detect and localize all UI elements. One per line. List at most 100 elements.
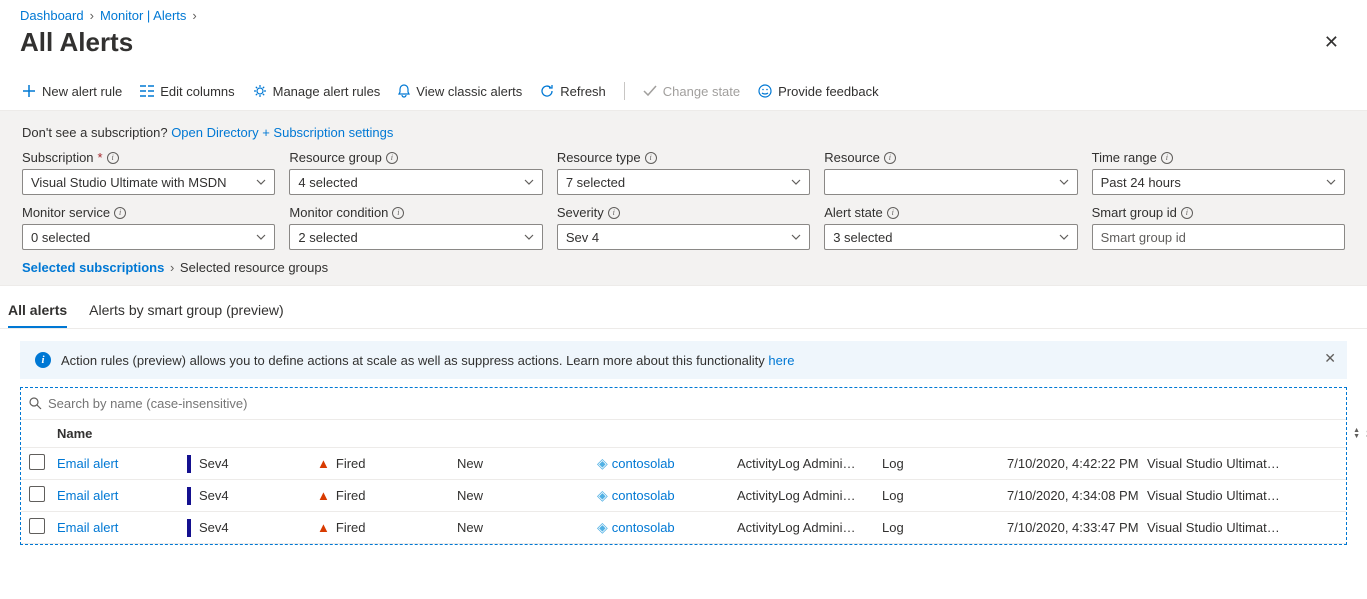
time-range-label: Time range i bbox=[1092, 150, 1345, 165]
dismiss-banner-button[interactable]: ✕ bbox=[1324, 350, 1336, 367]
close-icon[interactable]: ✕ bbox=[1316, 28, 1347, 57]
columns-icon bbox=[140, 85, 154, 97]
chevron-down-icon bbox=[1326, 177, 1336, 187]
selected-subscriptions-link[interactable]: Selected subscriptions bbox=[22, 260, 164, 275]
severity-dropdown[interactable]: Sev 4 bbox=[557, 224, 810, 250]
tab-all-alerts[interactable]: All alerts bbox=[8, 296, 67, 328]
chevron-down-icon bbox=[524, 232, 534, 242]
plus-icon bbox=[22, 84, 36, 98]
subscription-text: Visual Studio Ultimat… bbox=[1147, 488, 1338, 503]
edit-columns-button[interactable]: Edit columns bbox=[140, 84, 234, 99]
tab-alerts-by-smart-group[interactable]: Alerts by smart group (preview) bbox=[89, 296, 284, 328]
signal-type-text: Log bbox=[882, 520, 1007, 535]
subscription-text: Visual Studio Ultimat… bbox=[1147, 520, 1338, 535]
smart-group-id-input[interactable]: Smart group id bbox=[1092, 224, 1345, 250]
signal-type-text: Log bbox=[882, 456, 1007, 471]
fired-time-text: 7/10/2020, 4:42:22 PM bbox=[1007, 456, 1147, 471]
info-icon[interactable]: i bbox=[645, 152, 657, 164]
chevron-right-icon: › bbox=[192, 8, 196, 23]
resource-link[interactable]: contosolab bbox=[612, 488, 675, 503]
info-banner: i Action rules (preview) allows you to d… bbox=[20, 341, 1347, 379]
monitor-service-dropdown[interactable]: 0 selected bbox=[22, 224, 275, 250]
resource-icon: ◈ bbox=[597, 455, 608, 472]
chevron-down-icon bbox=[1059, 232, 1069, 242]
row-checkbox[interactable] bbox=[29, 454, 45, 470]
alert-state-text: New bbox=[457, 488, 597, 503]
severity-text: Sev4 bbox=[199, 520, 229, 535]
severity-text: Sev4 bbox=[199, 488, 229, 503]
subscription-dropdown[interactable]: Visual Studio Ultimate with MSDN bbox=[22, 169, 275, 195]
selection-breadcrumb: Selected subscriptions › Selected resour… bbox=[22, 260, 1345, 275]
filters-panel: Don't see a subscription? Open Directory… bbox=[0, 111, 1367, 286]
alert-name-link[interactable]: Email alert bbox=[57, 456, 118, 471]
severity-bar-icon bbox=[187, 487, 191, 505]
resource-type-dropdown[interactable]: 7 selected bbox=[557, 169, 810, 195]
info-icon[interactable]: i bbox=[107, 152, 119, 164]
info-icon[interactable]: i bbox=[1161, 152, 1173, 164]
chevron-right-icon: › bbox=[90, 8, 94, 23]
alerts-grid: Name▲▼ Severity▲▼ Monitor conditi…▲▼ Ale… bbox=[20, 387, 1347, 545]
chevron-down-icon bbox=[1059, 177, 1069, 187]
info-banner-link[interactable]: here bbox=[768, 353, 794, 368]
breadcrumb-dashboard[interactable]: Dashboard bbox=[20, 8, 84, 23]
severity-bar-icon bbox=[187, 455, 191, 473]
alert-name-link[interactable]: Email alert bbox=[57, 520, 118, 535]
signal-type-text: Log bbox=[882, 488, 1007, 503]
severity-text: Sev4 bbox=[199, 456, 229, 471]
smiley-icon bbox=[758, 84, 772, 98]
info-icon[interactable]: i bbox=[1181, 207, 1193, 219]
search-input[interactable] bbox=[48, 392, 1338, 415]
chevron-down-icon bbox=[524, 177, 534, 187]
smart-group-id-label: Smart group id i bbox=[1092, 205, 1345, 220]
resource-link[interactable]: contosolab bbox=[612, 456, 675, 471]
alert-state-label: Alert state i bbox=[824, 205, 1077, 220]
change-state-button: Change state bbox=[643, 84, 740, 99]
divider bbox=[624, 82, 625, 100]
alert-name-link[interactable]: Email alert bbox=[57, 488, 118, 503]
alert-state-dropdown[interactable]: 3 selected bbox=[824, 224, 1077, 250]
monitor-service-label: Monitor service i bbox=[22, 205, 275, 220]
monitor-condition-label: Monitor condition i bbox=[289, 205, 542, 220]
fired-time-text: 7/10/2020, 4:34:08 PM bbox=[1007, 488, 1147, 503]
refresh-button[interactable]: Refresh bbox=[540, 84, 606, 99]
monitor-service-text: ActivityLog Admini… bbox=[737, 488, 882, 503]
alert-state-text: New bbox=[457, 456, 597, 471]
warning-icon: ▲ bbox=[317, 456, 330, 471]
warning-icon: ▲ bbox=[317, 488, 330, 503]
new-alert-rule-button[interactable]: New alert rule bbox=[22, 84, 122, 99]
refresh-icon bbox=[540, 84, 554, 98]
info-icon[interactable]: i bbox=[884, 152, 896, 164]
selected-resource-groups-text: Selected resource groups bbox=[180, 260, 328, 275]
view-classic-alerts-button[interactable]: View classic alerts bbox=[398, 84, 522, 99]
info-icon[interactable]: i bbox=[392, 207, 404, 219]
sort-icon[interactable]: ▲▼ bbox=[1353, 428, 1366, 440]
breadcrumb: Dashboard › Monitor | Alerts › bbox=[0, 0, 1367, 27]
severity-label: Severity i bbox=[557, 205, 810, 220]
manage-alert-rules-button[interactable]: Manage alert rules bbox=[253, 84, 381, 99]
table-row[interactable]: Email alert Sev4 ▲Fired New ◈contosolab … bbox=[21, 480, 1346, 512]
info-icon[interactable]: i bbox=[608, 207, 620, 219]
open-directory-link[interactable]: Open Directory + Subscription settings bbox=[171, 125, 393, 140]
info-icon[interactable]: i bbox=[887, 207, 899, 219]
resource-group-dropdown[interactable]: 4 selected bbox=[289, 169, 542, 195]
monitor-condition-dropdown[interactable]: 2 selected bbox=[289, 224, 542, 250]
row-checkbox[interactable] bbox=[29, 486, 45, 502]
table-row[interactable]: Email alert Sev4 ▲Fired New ◈contosolab … bbox=[21, 512, 1346, 544]
resource-link[interactable]: contosolab bbox=[612, 520, 675, 535]
alert-state-text: New bbox=[457, 520, 597, 535]
command-bar: New alert rule Edit columns Manage alert… bbox=[0, 72, 1367, 111]
gear-icon bbox=[253, 84, 267, 98]
info-icon: i bbox=[35, 352, 51, 368]
resource-dropdown[interactable] bbox=[824, 169, 1077, 195]
check-icon bbox=[643, 85, 657, 97]
time-range-dropdown[interactable]: Past 24 hours bbox=[1092, 169, 1345, 195]
table-row[interactable]: Email alert Sev4 ▲Fired New ◈contosolab … bbox=[21, 448, 1346, 480]
col-name[interactable]: Name bbox=[57, 426, 92, 441]
info-icon[interactable]: i bbox=[386, 152, 398, 164]
breadcrumb-monitor-alerts[interactable]: Monitor | Alerts bbox=[100, 8, 186, 23]
row-checkbox[interactable] bbox=[29, 518, 45, 534]
provide-feedback-button[interactable]: Provide feedback bbox=[758, 84, 878, 99]
tabs: All alerts Alerts by smart group (previe… bbox=[0, 286, 1367, 329]
warning-icon: ▲ bbox=[317, 520, 330, 535]
info-icon[interactable]: i bbox=[114, 207, 126, 219]
